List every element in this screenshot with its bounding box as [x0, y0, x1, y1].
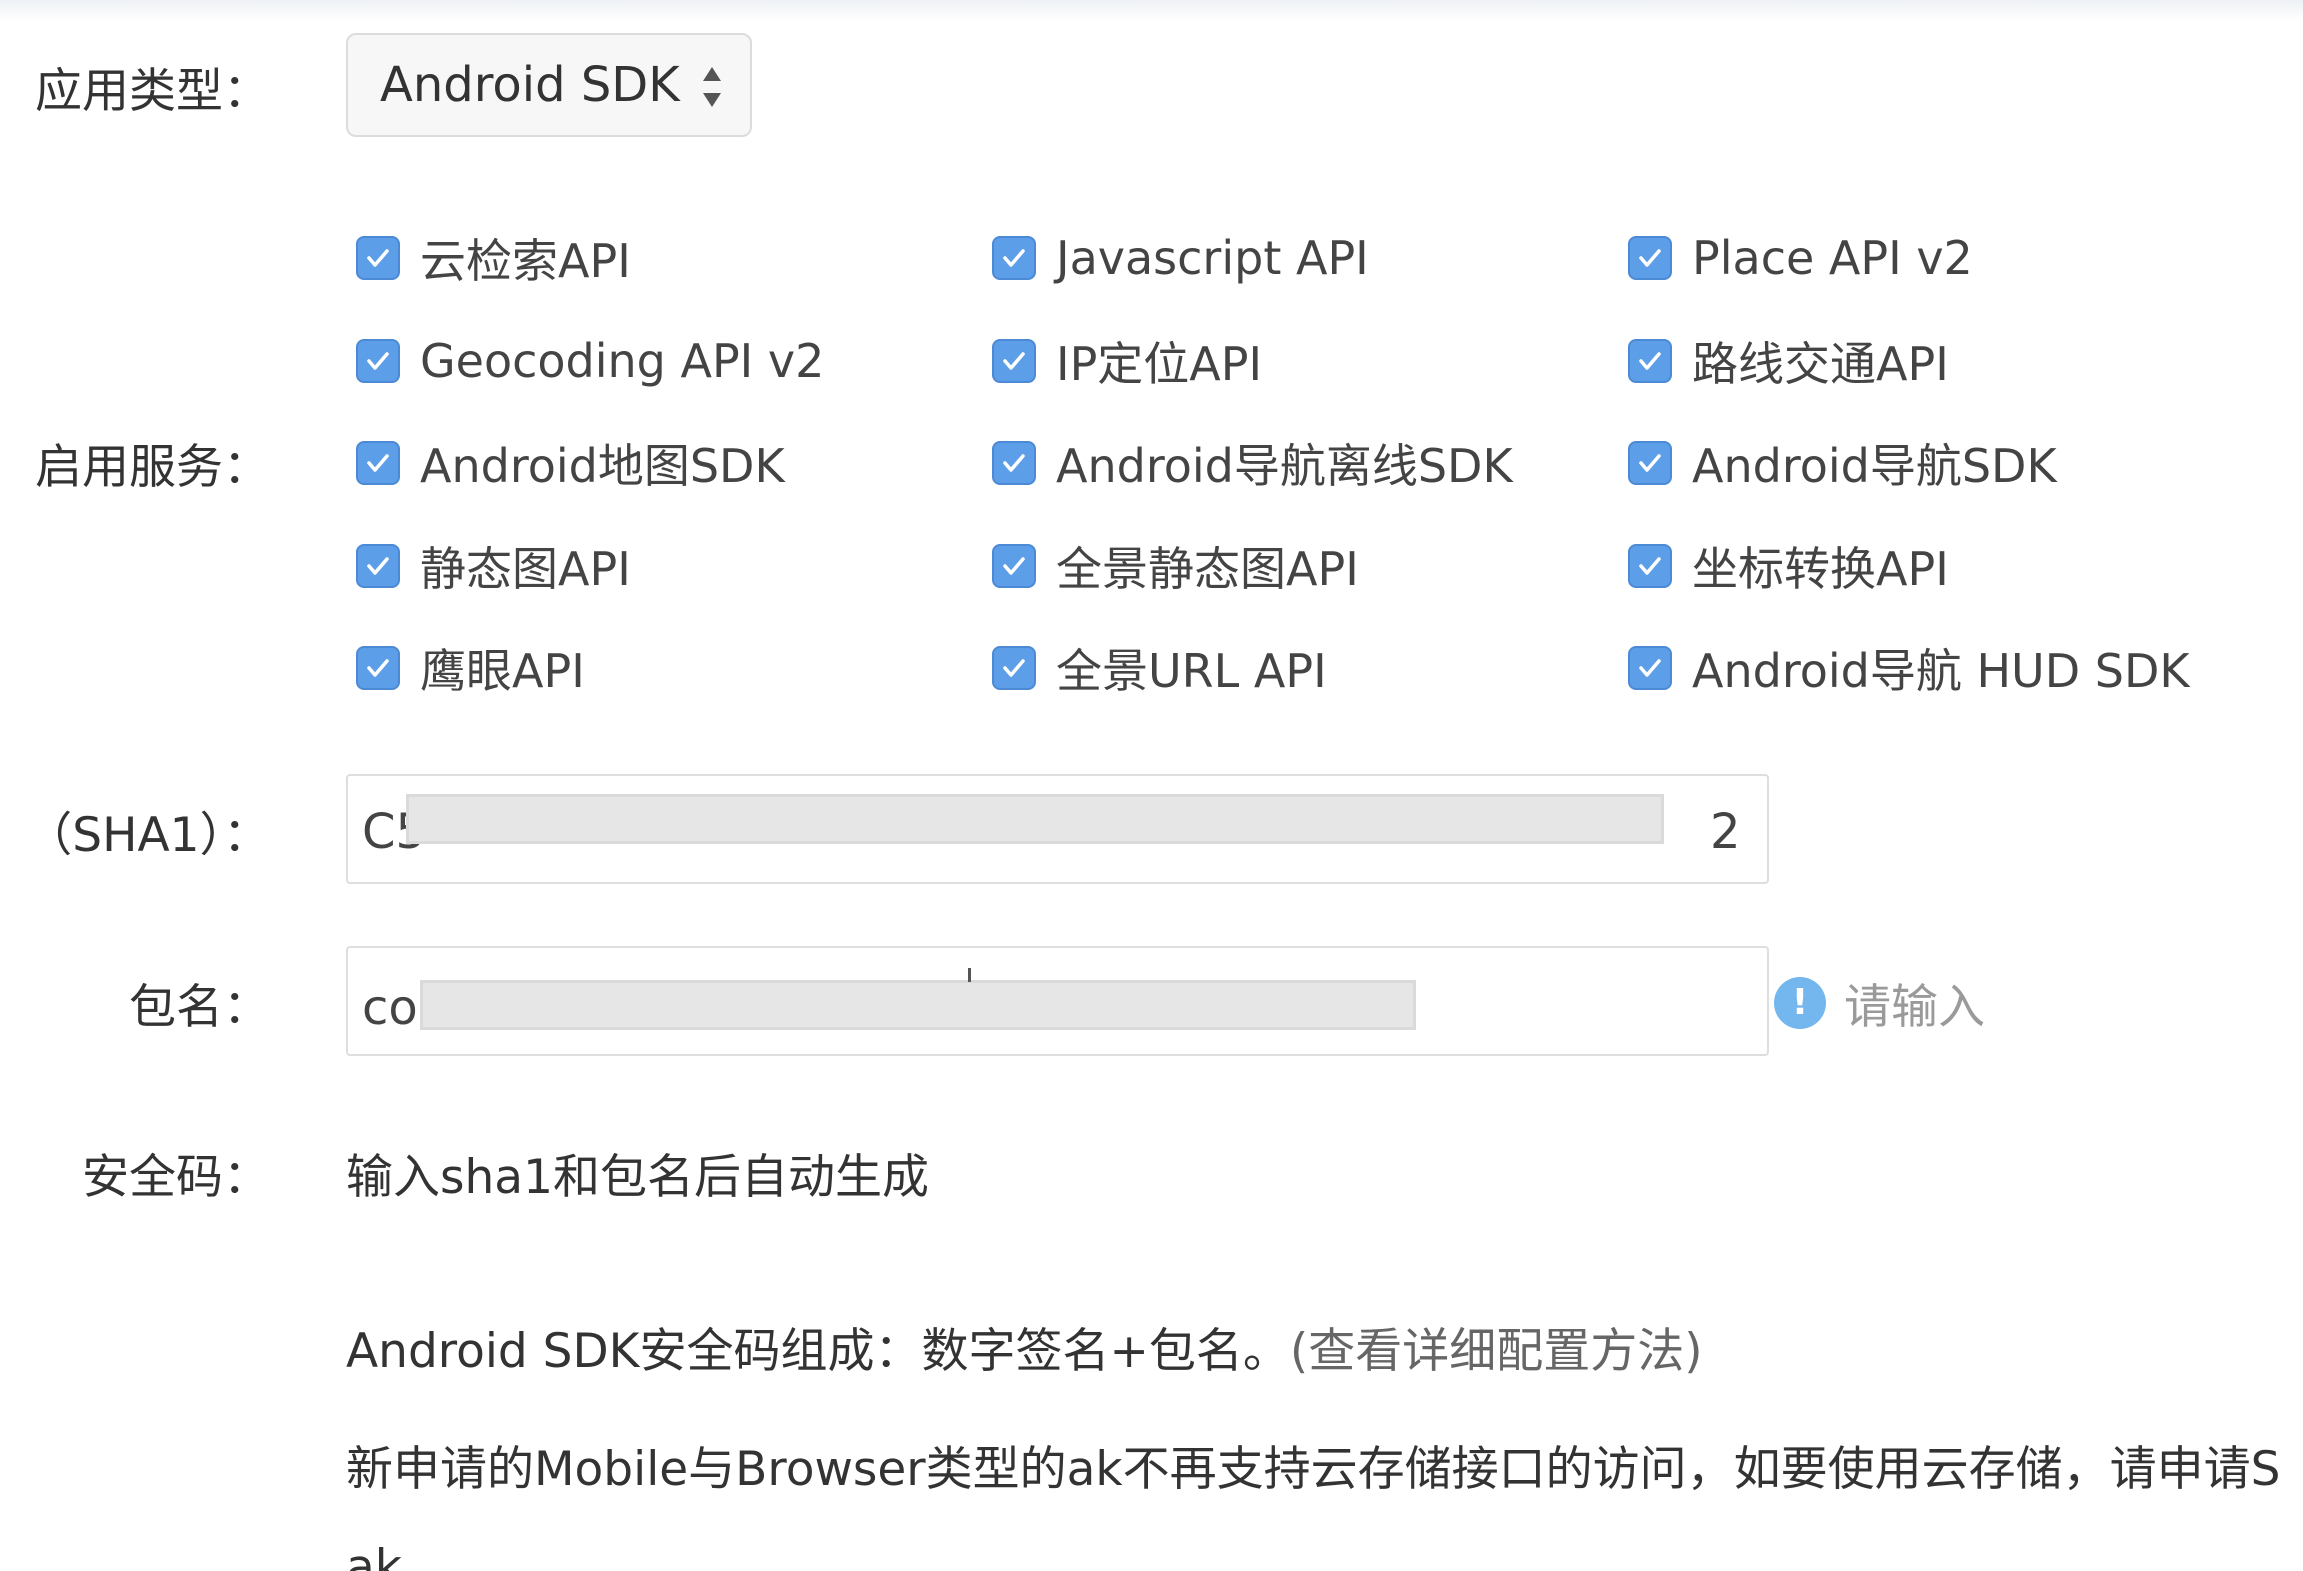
service-checkbox-label: 全景URL API — [1056, 644, 1327, 698]
service-checkbox-item[interactable]: 云检索API — [356, 226, 631, 290]
service-checkbox-label: 坐标转换API — [1692, 542, 1949, 596]
package-hint-text: 请输入 — [1844, 980, 1985, 1035]
checkbox-checked-icon[interactable] — [992, 544, 1036, 588]
service-checkbox-item[interactable]: Javascript API — [992, 226, 1369, 290]
checkbox-checked-icon[interactable] — [356, 544, 400, 588]
sha1-value-end: 2 — [1710, 804, 1741, 860]
service-checkbox-item[interactable]: Android导航离线SDK — [992, 431, 1513, 495]
service-checkbox-item[interactable]: Geocoding API v2 — [356, 329, 824, 393]
select-arrows-icon — [703, 67, 721, 107]
service-checkbox-label: Android导航SDK — [1692, 439, 2057, 493]
storage-note-end: ak。 — [346, 1540, 450, 1571]
checkbox-checked-icon[interactable] — [1628, 646, 1672, 690]
composition-text: Android SDK安全码组成：数字签名+包名。 — [346, 1324, 1290, 1379]
service-checkbox-item[interactable]: Place API v2 — [1628, 226, 1973, 290]
checkbox-checked-icon[interactable] — [992, 646, 1036, 690]
service-checkbox-item[interactable]: 路线交通API — [1628, 329, 1949, 393]
service-checkbox-label: Place API v2 — [1692, 231, 1973, 285]
text-cursor — [968, 968, 971, 982]
security-code-value: 输入sha1和包名后自动生成 — [346, 1150, 929, 1205]
info-icon: ! — [1774, 976, 1826, 1029]
sha1-label: （SHA1）： — [25, 808, 270, 863]
service-checkbox-label: 云检索API — [420, 234, 631, 288]
sha1-redacted-block — [406, 794, 1664, 844]
checkbox-checked-icon[interactable] — [992, 339, 1036, 383]
checkbox-checked-icon[interactable] — [1628, 339, 1672, 383]
service-checkbox-label: Android地图SDK — [420, 439, 785, 493]
service-checkbox-item[interactable]: 全景URL API — [992, 636, 1327, 700]
service-checkbox-item[interactable]: 静态图API — [356, 534, 631, 598]
service-checkbox-item[interactable]: IP定位API — [992, 329, 1262, 393]
service-checkbox-label: Javascript API — [1056, 231, 1369, 285]
app-key-form: 应用类型： Android SDK 启用服务： 云检索API Javascript… — [0, 0, 2303, 1571]
service-checkbox-item[interactable]: Android导航SDK — [1628, 431, 2057, 495]
package-label: 包名： — [129, 980, 270, 1035]
service-checkbox-item[interactable]: Android地图SDK — [356, 431, 785, 495]
service-checkbox-label: Android导航离线SDK — [1056, 439, 1513, 493]
config-method-link[interactable]: (查看详细配置方法) — [1290, 1324, 1703, 1379]
service-checkbox-label: 全景静态图API — [1056, 542, 1359, 596]
app-type-label: 应用类型： — [35, 64, 270, 119]
checkbox-checked-icon[interactable] — [356, 236, 400, 280]
service-checkbox-label: 路线交通API — [1692, 337, 1949, 391]
service-checkbox-item[interactable]: 鹰眼API — [356, 636, 585, 700]
package-value-start: co — [362, 980, 418, 1036]
package-input[interactable]: co — [346, 946, 1769, 1056]
checkbox-checked-icon[interactable] — [1628, 441, 1672, 485]
package-hint: ! 请输入 — [1774, 968, 1985, 1037]
service-checkbox-label: Geocoding API v2 — [420, 334, 825, 388]
checkbox-checked-icon[interactable] — [356, 441, 400, 485]
service-checkbox-label: IP定位API — [1056, 337, 1263, 391]
service-checkbox-label: 鹰眼API — [420, 644, 585, 698]
security-code-label: 安全码： — [82, 1150, 270, 1205]
service-checkbox-item[interactable]: 全景静态图API — [992, 534, 1359, 598]
app-type-selected-value: Android SDK — [380, 57, 680, 113]
services-label: 启用服务： — [35, 440, 270, 495]
checkbox-checked-icon[interactable] — [356, 339, 400, 383]
checkbox-checked-icon[interactable] — [1628, 544, 1672, 588]
package-redacted-block — [420, 980, 1416, 1030]
service-checkbox-item[interactable]: Android导航 HUD SDK — [1628, 636, 2190, 700]
top-bar — [0, 0, 2303, 22]
app-type-select[interactable]: Android SDK — [346, 33, 752, 137]
checkbox-checked-icon[interactable] — [992, 441, 1036, 485]
service-checkbox-item[interactable]: 坐标转换API — [1628, 534, 1949, 598]
checkbox-checked-icon[interactable] — [356, 646, 400, 690]
sha1-input[interactable]: C5 2 — [346, 774, 1769, 884]
checkbox-checked-icon[interactable] — [1628, 236, 1672, 280]
storage-note: 新申请的Mobile与Browser类型的ak不再支持云存储接口的访问，如要使用… — [346, 1442, 2281, 1497]
service-checkbox-label: 静态图API — [420, 542, 631, 596]
checkbox-checked-icon[interactable] — [992, 236, 1036, 280]
composition-note: Android SDK安全码组成：数字签名+包名。(查看详细配置方法) — [346, 1312, 1703, 1381]
service-checkbox-label: Android导航 HUD SDK — [1692, 644, 2190, 698]
